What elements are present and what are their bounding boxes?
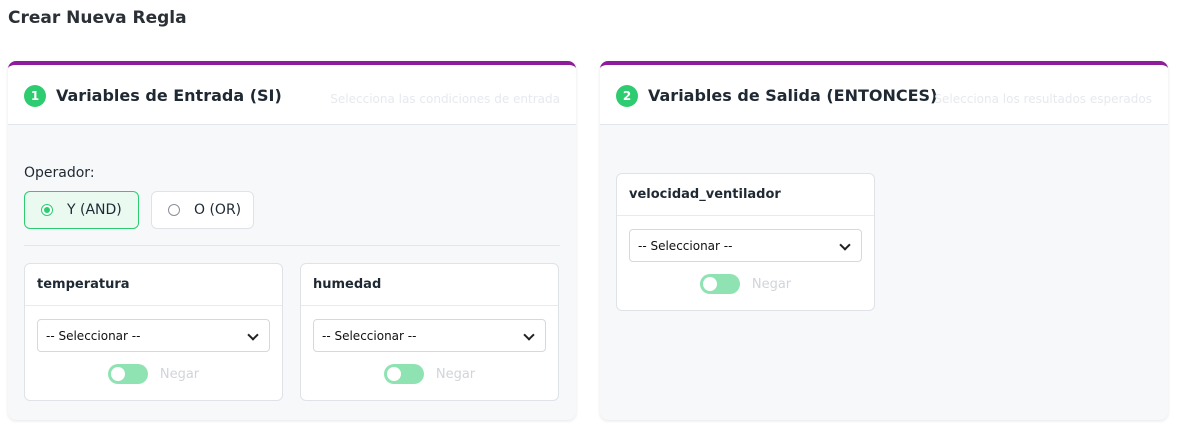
negate-label: Negar	[751, 276, 792, 292]
step-badge: 2	[616, 85, 638, 107]
input-panel-header: 1 Variables de Entrada (SI) Selecciona l…	[8, 65, 576, 125]
negate-row: Negar	[25, 364, 282, 384]
negate-row: Negar	[617, 274, 874, 294]
operator-and-label: Y (AND)	[67, 202, 122, 218]
chevron-down-icon	[839, 239, 851, 251]
variable-select[interactable]: -- Seleccionar --	[37, 319, 270, 352]
radio-unchecked-icon[interactable]	[168, 204, 180, 216]
divider	[24, 245, 560, 246]
input-variables-panel: 1 Variables de Entrada (SI) Selecciona l…	[8, 61, 576, 420]
input-panel-title: Variables de Entrada (SI)	[56, 86, 282, 105]
output-panel-header: 2 Variables de Salida (ENTONCES) Selecci…	[600, 65, 1168, 125]
output-panel-title: Variables de Salida (ENTONCES)	[648, 86, 938, 105]
operator-and-option[interactable]: Y (AND)	[24, 191, 139, 229]
input-panel-hint: Selecciona las condiciones de entrada	[330, 92, 560, 106]
operator-or-label: O (OR)	[194, 202, 242, 218]
variable-card-velocidad-ventilador: velocidad_ventilador -- Seleccionar -- N…	[616, 173, 875, 311]
negate-toggle[interactable]	[699, 274, 740, 294]
step-badge: 1	[24, 85, 46, 107]
select-value: -- Seleccionar --	[638, 238, 733, 253]
variable-name: temperatura	[25, 264, 282, 306]
variable-select[interactable]: -- Seleccionar --	[629, 229, 862, 262]
variable-name: humedad	[301, 264, 558, 306]
output-variables-panel: 2 Variables de Salida (ENTONCES) Selecci…	[600, 61, 1168, 420]
output-panel-hint: Selecciona los resultados esperados	[934, 92, 1152, 106]
negate-label: Negar	[435, 366, 476, 382]
negate-label: Negar	[159, 366, 200, 382]
select-value: -- Seleccionar --	[322, 328, 417, 343]
radio-checked-icon[interactable]	[41, 204, 53, 216]
chevron-down-icon	[247, 329, 259, 341]
select-value: -- Seleccionar --	[46, 328, 141, 343]
negate-toggle[interactable]	[383, 364, 424, 384]
operator-or-option[interactable]: O (OR)	[151, 191, 254, 229]
variable-select[interactable]: -- Seleccionar --	[313, 319, 546, 352]
chevron-down-icon	[523, 329, 535, 341]
negate-toggle[interactable]	[107, 364, 148, 384]
page-title: Crear Nueva Regla	[8, 8, 187, 28]
negate-row: Negar	[301, 364, 558, 384]
variable-card-humedad: humedad -- Seleccionar -- Negar	[300, 263, 559, 401]
variable-name: velocidad_ventilador	[617, 174, 874, 216]
variable-card-temperatura: temperatura -- Seleccionar -- Negar	[24, 263, 283, 401]
operator-label: Operador:	[24, 165, 95, 181]
